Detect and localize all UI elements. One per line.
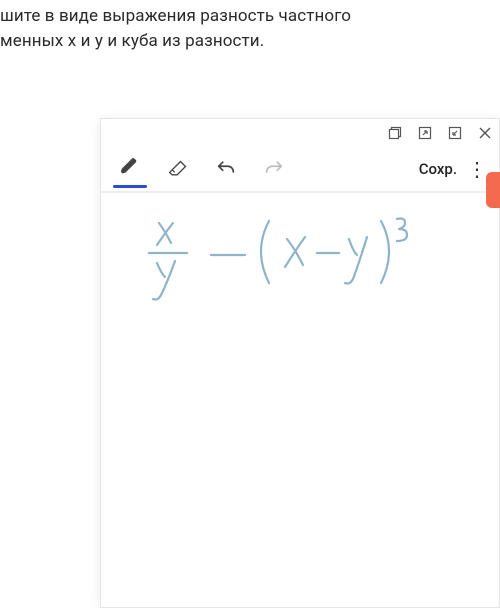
- drawing-editor-panel: Сохр. ⋮: [100, 118, 500, 608]
- restore-window-icon[interactable]: [387, 125, 403, 141]
- drawing-canvas[interactable]: [101, 193, 499, 607]
- editor-toolbar: Сохр. ⋮: [101, 147, 499, 193]
- active-tool-indicator: [113, 185, 147, 188]
- side-tab-handle[interactable]: [486, 172, 500, 208]
- question-line-1: шите в виде выражения разность частного: [0, 4, 500, 29]
- pen-tool-icon[interactable]: [119, 158, 141, 180]
- maximize-ne-icon[interactable]: [417, 125, 433, 141]
- window-controls: [101, 119, 499, 147]
- toolbar-right-group: Сохр. ⋮: [419, 159, 487, 179]
- toolbar-left-group: [119, 158, 285, 180]
- undo-icon[interactable]: [215, 158, 237, 180]
- save-button[interactable]: Сохр.: [419, 160, 457, 178]
- question-text: шите в виде выражения разность частного …: [0, 0, 500, 53]
- question-line-2: менных x и y и куба из разности.: [0, 29, 500, 54]
- redo-icon[interactable]: [263, 158, 285, 180]
- page-root: шите в виде выражения разность частного …: [0, 0, 500, 608]
- eraser-tool-icon[interactable]: [167, 158, 189, 180]
- more-menu-icon[interactable]: ⋮: [467, 159, 487, 179]
- close-icon[interactable]: [477, 125, 493, 141]
- handwritten-expression: [141, 213, 441, 317]
- minimize-sw-icon[interactable]: [447, 125, 463, 141]
